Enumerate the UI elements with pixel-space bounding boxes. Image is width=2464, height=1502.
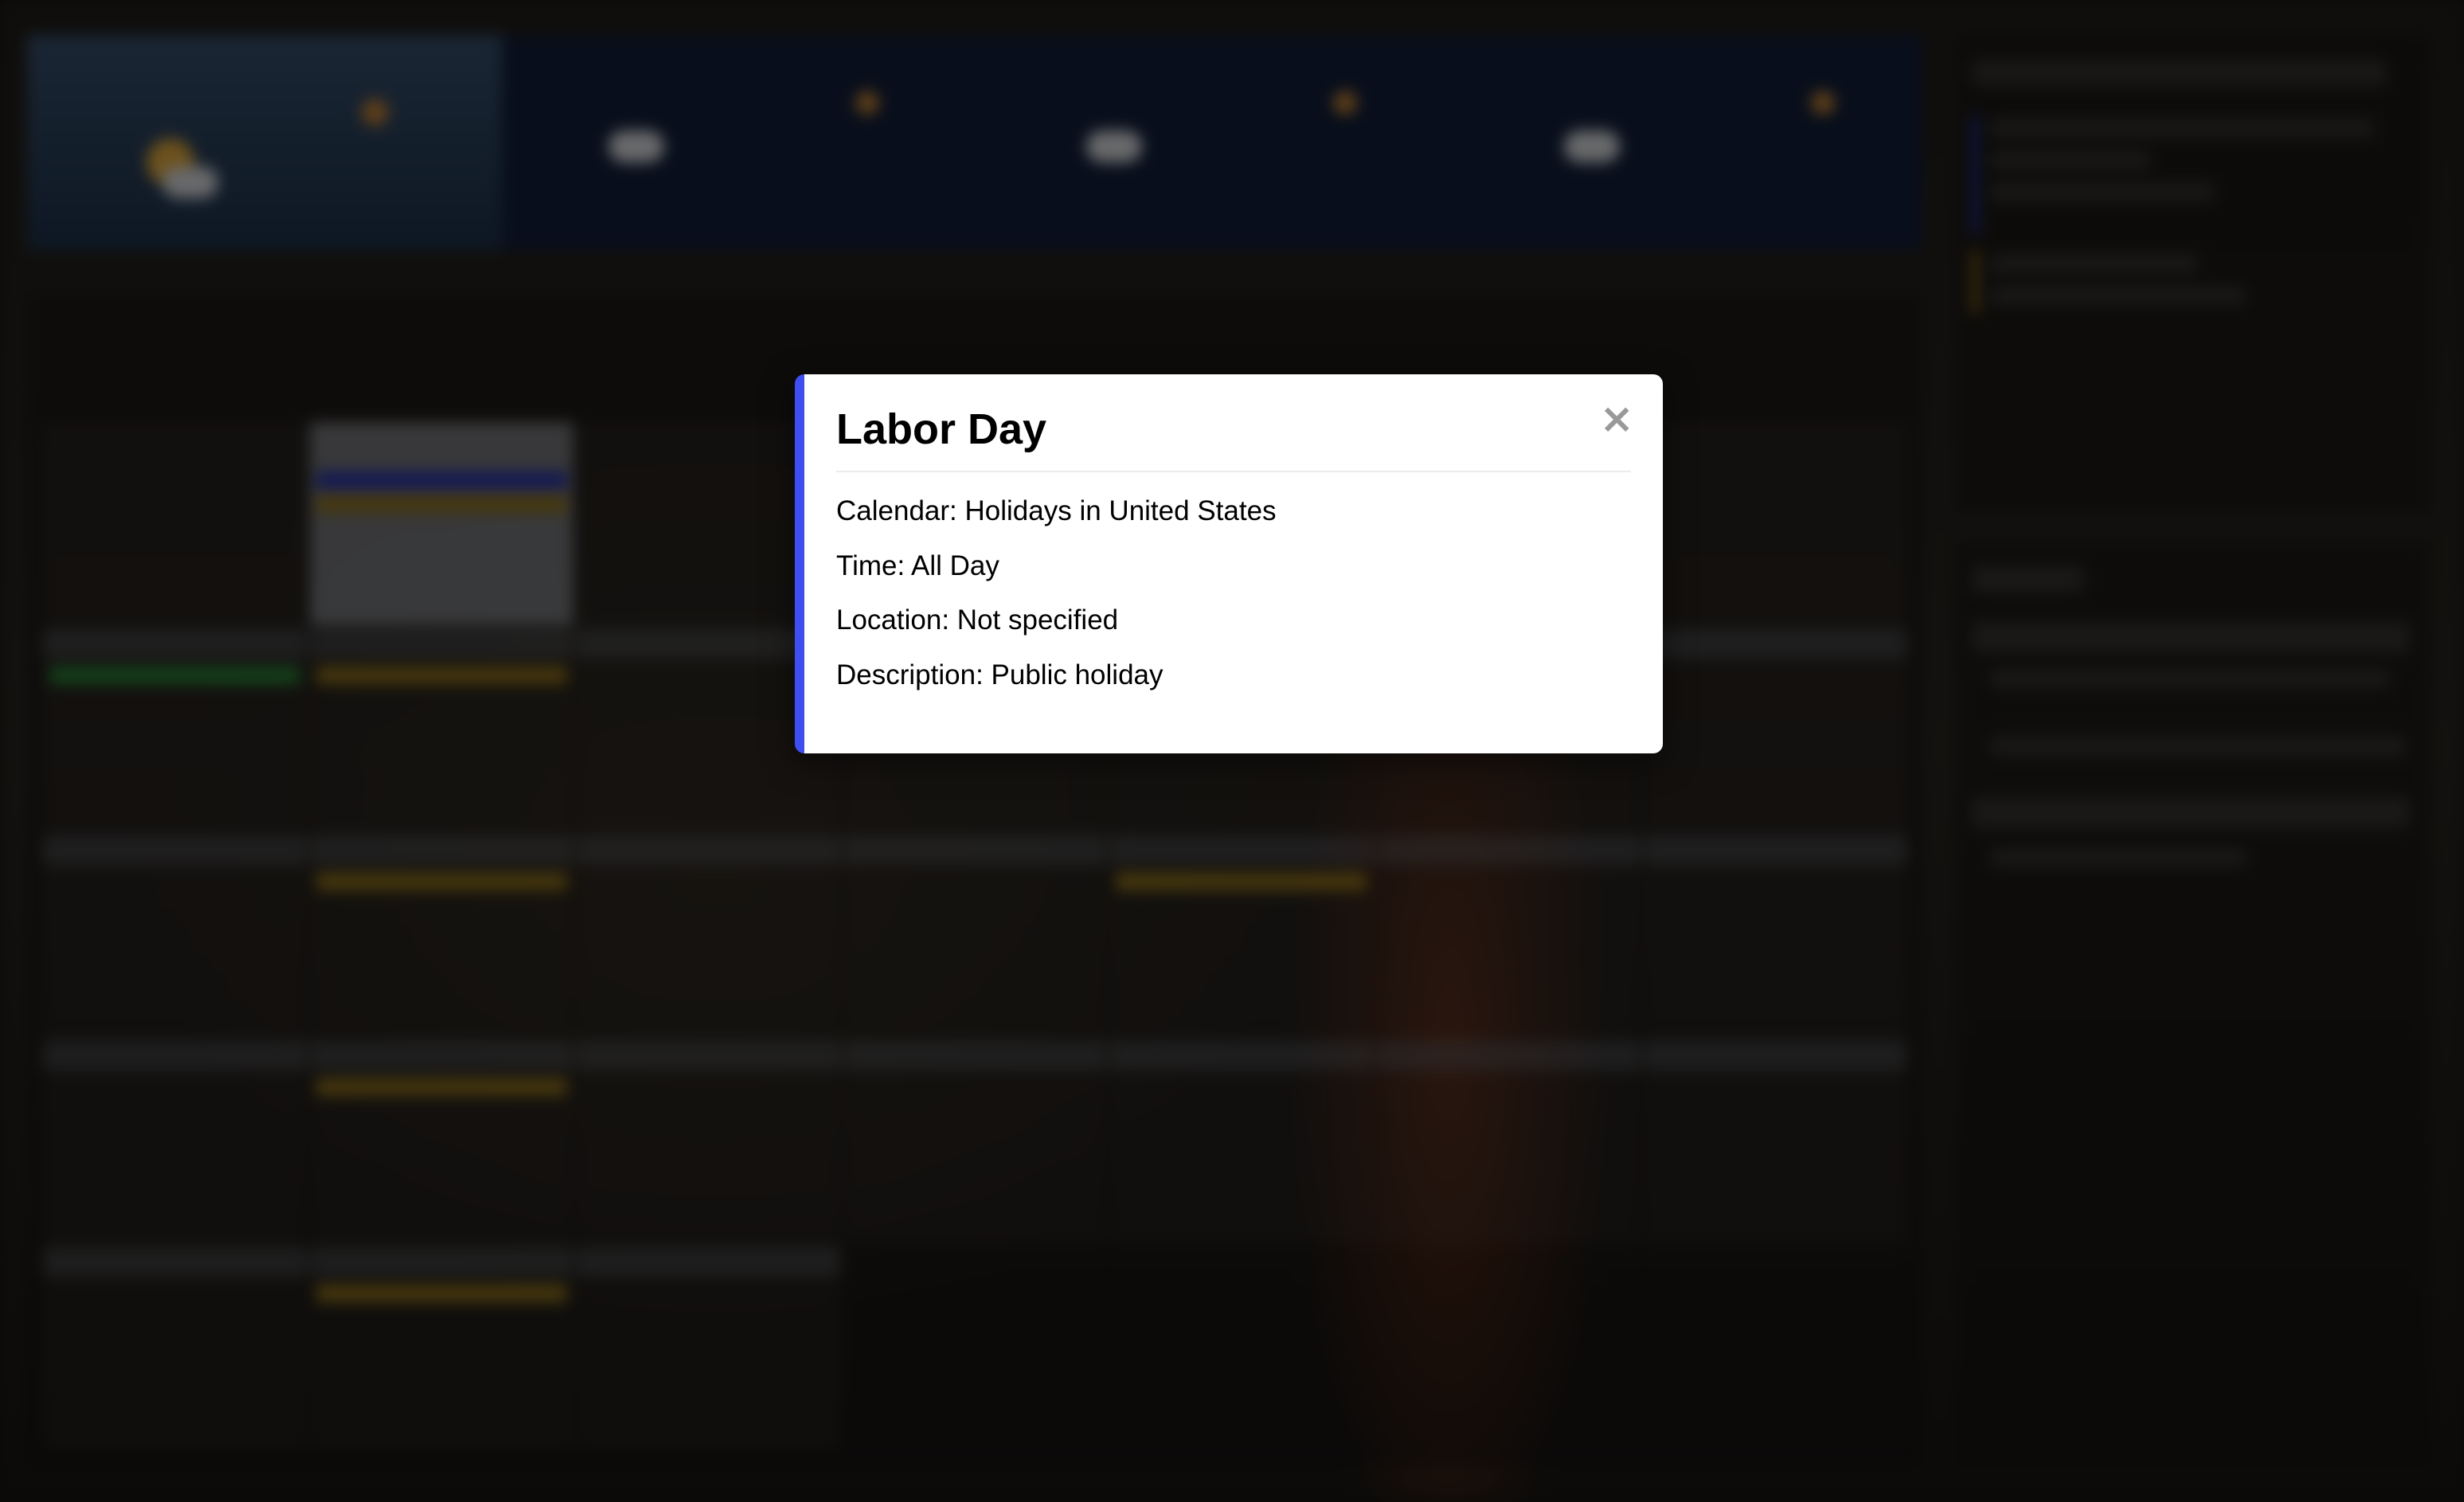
event-description-label: Description: [836,659,984,690]
event-calendar-label: Calendar: [836,495,957,527]
event-description-value: Public holiday [991,659,1164,690]
event-time-row: Time: All Day [836,550,1631,582]
event-location-label: Location: [836,604,950,636]
event-location-value: Not specified [956,604,1119,636]
event-calendar-value: Holidays in United States [964,495,1277,527]
event-calendar-row: Calendar: Holidays in United States [836,496,1631,527]
event-location-row: Location: Not specified [836,605,1631,636]
close-icon[interactable]: × [1599,398,1634,440]
modal-title: Labor Day [836,405,1631,473]
event-description-row: Description: Public holiday [836,659,1631,691]
event-time-label: Time: [836,550,905,581]
event-time-value: All Day [911,550,999,581]
event-detail-modal: Labor Day × Calendar: Holidays in United… [795,374,1663,753]
